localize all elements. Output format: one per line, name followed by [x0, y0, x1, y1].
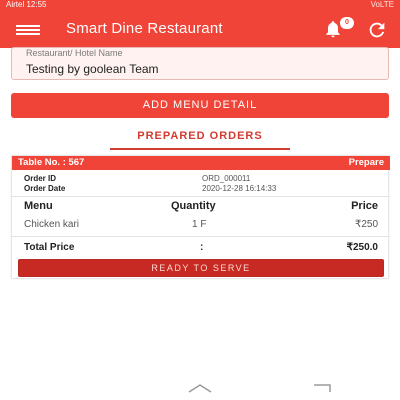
ready-to-serve-button[interactable]: READY TO SERVE	[18, 259, 384, 277]
status-right: VoLTE	[370, 0, 394, 9]
app-bar: Smart Dine Restaurant 0	[0, 10, 400, 48]
status-bar: Airtel 12:55 VoLTE	[0, 0, 400, 10]
table-number: Table No. : 567	[18, 157, 85, 168]
menu-icon[interactable]	[16, 25, 40, 35]
hotel-name-value[interactable]: Testing by goolean Team	[26, 62, 159, 76]
total-price-value: ₹250.0	[346, 242, 378, 253]
item-price: ₹250	[354, 219, 378, 230]
add-menu-detail-button[interactable]: ADD MENU DETAIL	[11, 93, 389, 118]
total-price-label: Total Price	[24, 242, 75, 253]
home-nav-icon[interactable]	[186, 382, 214, 394]
divider	[12, 196, 390, 197]
total-separator: :	[200, 242, 204, 253]
menu-column-header: Menu	[24, 200, 53, 212]
order-card: Table No. : 567 Prepare Order ID ORD_000…	[11, 155, 390, 279]
price-column-header: Price	[351, 200, 378, 212]
order-card-header: Table No. : 567 Prepare	[12, 156, 390, 170]
quantity-column-header: Quantity	[171, 200, 216, 212]
divider	[12, 236, 390, 237]
tab-prepared-orders[interactable]: PREPARED ORDERS	[110, 130, 290, 142]
item-menu: Chicken kari	[24, 219, 80, 230]
hotel-name-label: Restaurant/ Hotel Name	[26, 48, 123, 58]
hotel-name-field[interactable]: Restaurant/ Hotel Name Testing by goolea…	[11, 47, 389, 80]
order-date-value: 2020-12-28 16:14:33	[202, 184, 277, 193]
notification-badge: 0	[340, 17, 354, 29]
app-title: Smart Dine Restaurant	[66, 20, 223, 37]
order-id-value: ORD_000011	[202, 174, 251, 183]
order-status: Prepare	[348, 157, 384, 168]
refresh-icon[interactable]	[366, 19, 388, 41]
status-left: Airtel 12:55	[6, 0, 47, 9]
order-date-label: Order Date	[24, 184, 66, 193]
item-quantity: 1 F	[192, 219, 207, 230]
tab-indicator	[110, 148, 290, 150]
back-nav-icon[interactable]	[311, 382, 333, 394]
order-id-label: Order ID	[24, 174, 57, 183]
